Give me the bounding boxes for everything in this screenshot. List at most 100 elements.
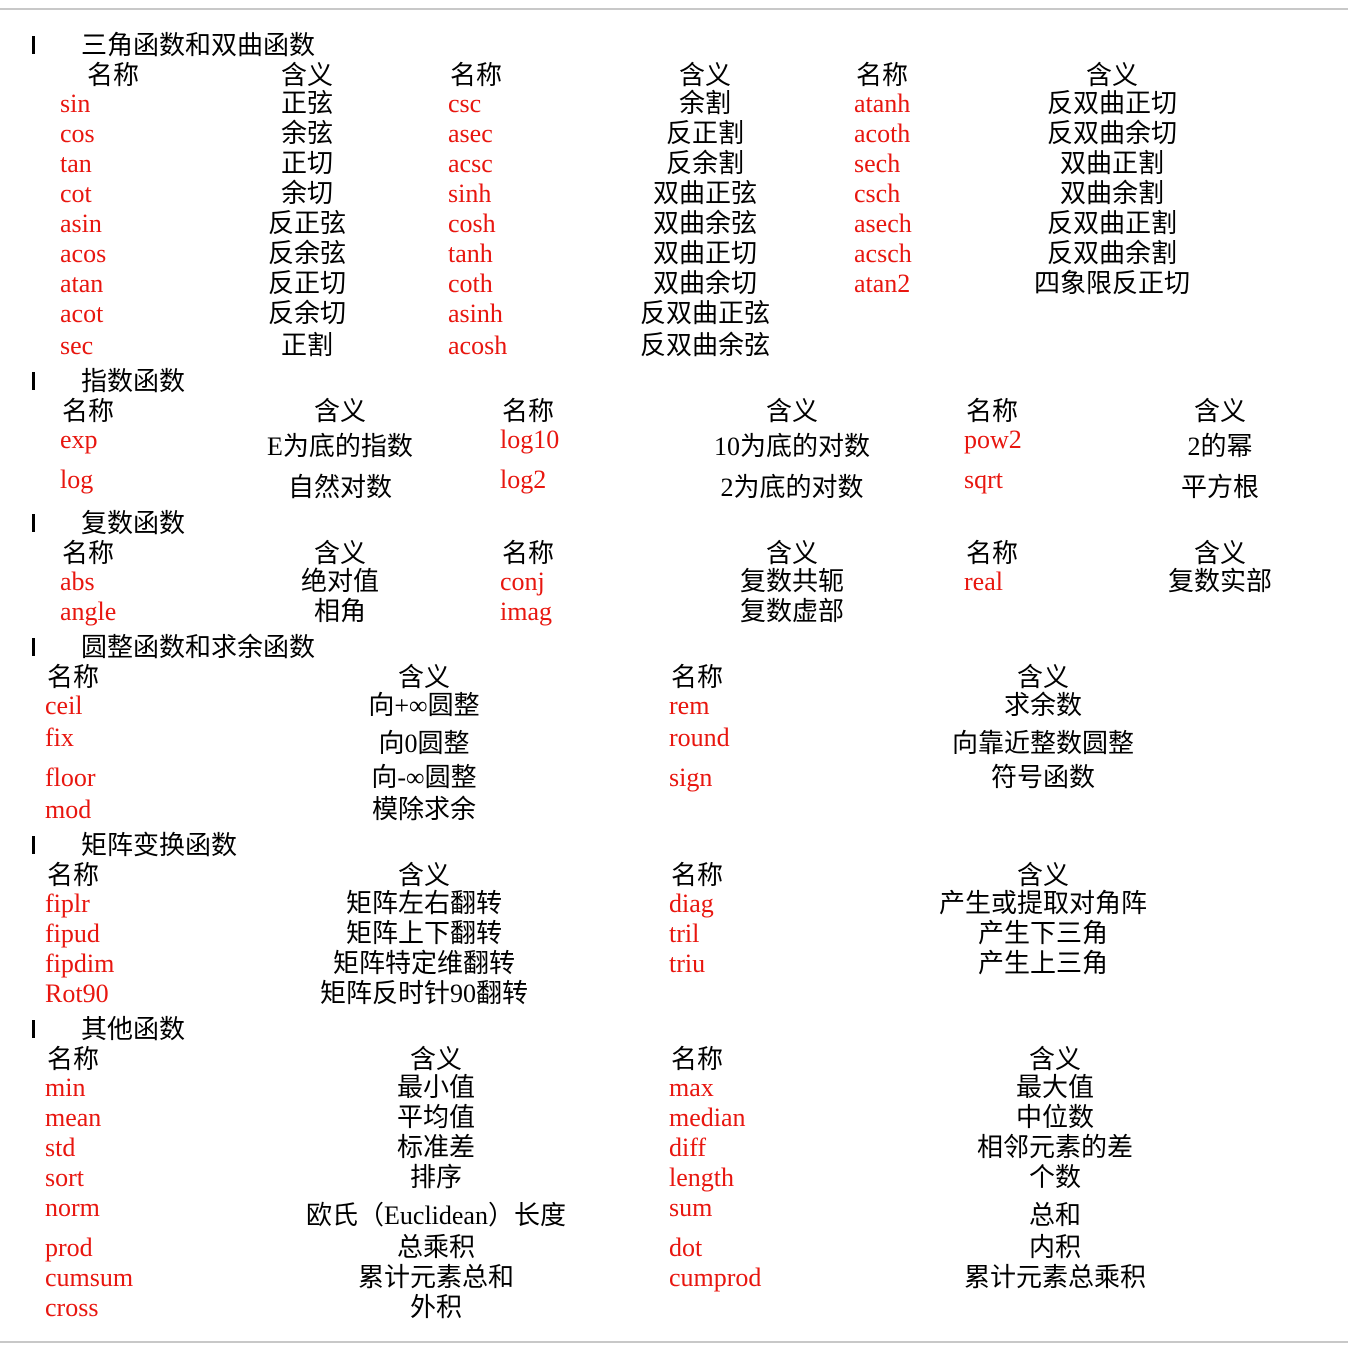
section-title: 其他函数 — [81, 1015, 186, 1044]
function-name: acoth — [854, 119, 911, 148]
function-name: asin — [60, 209, 102, 238]
function-name: acot — [60, 299, 104, 328]
function-meaning: 复数虚部 — [739, 597, 845, 626]
function-meaning: 反双曲余切 — [1046, 119, 1178, 148]
function-name: tan — [60, 149, 92, 178]
function-name: acosh — [448, 331, 508, 360]
function-name: asec — [448, 119, 493, 148]
function-meaning: 复数实部 — [1167, 567, 1273, 596]
function-meaning: 最小值 — [396, 1073, 476, 1102]
column-header-name: 名称 — [86, 61, 140, 90]
function-name: tanh — [448, 239, 493, 268]
column-header-name: 名称 — [501, 397, 555, 426]
section-title: 复数函数 — [81, 509, 186, 538]
function-meaning: 内积 — [1028, 1233, 1082, 1262]
function-meaning: 排序 — [409, 1163, 463, 1192]
function-meaning: 相邻元素的差 — [976, 1133, 1134, 1162]
function-meaning: 总乘积 — [396, 1233, 476, 1262]
function-meaning: 求余数 — [1003, 691, 1083, 720]
function-name: min — [45, 1073, 86, 1102]
column-header-name: 名称 — [670, 1045, 724, 1074]
function-name: sinh — [448, 179, 492, 208]
function-name: Rot90 — [45, 979, 109, 1008]
column-header-meaning: 含义 — [1028, 1045, 1082, 1074]
function-meaning: 反双曲正割 — [1046, 209, 1178, 238]
column-header-meaning: 含义 — [409, 1045, 463, 1074]
function-meaning: 余割 — [678, 89, 732, 118]
function-name: max — [669, 1073, 714, 1102]
function-name: sign — [669, 763, 713, 792]
function-meaning: 反余割 — [665, 149, 745, 178]
function-meaning: 反双曲正弦 — [639, 299, 771, 328]
function-name: sqrt — [964, 465, 1003, 494]
function-meaning: 绝对值 — [300, 567, 380, 596]
column-header-name: 名称 — [670, 663, 724, 692]
function-meaning: 正弦 — [280, 89, 334, 118]
section-bullet — [32, 514, 35, 532]
function-meaning: 反余弦 — [267, 239, 347, 268]
function-name: cumsum — [45, 1263, 134, 1292]
function-meaning: 矩阵左右翻转 — [345, 889, 503, 918]
function-meaning: 反正弦 — [267, 209, 347, 238]
function-name: conj — [500, 567, 545, 596]
function-name: atanh — [854, 89, 911, 118]
function-meaning: 正切 — [280, 149, 334, 178]
function-name: ceil — [45, 691, 83, 720]
function-name: exp — [60, 425, 98, 454]
function-meaning: 累计元素总乘积 — [963, 1263, 1147, 1292]
function-meaning: 余弦 — [280, 119, 334, 148]
function-meaning: 中位数 — [1015, 1103, 1095, 1132]
function-meaning: 平均值 — [396, 1103, 476, 1132]
function-name: dot — [669, 1233, 703, 1262]
function-name: mod — [45, 795, 92, 824]
function-name: sin — [60, 89, 91, 118]
function-name: acsch — [854, 239, 912, 268]
function-name: tril — [669, 919, 700, 948]
column-header-meaning: 含义 — [397, 663, 451, 692]
function-meaning: 双曲余弦 — [652, 209, 758, 238]
function-meaning: 产生或提取对角阵 — [938, 889, 1148, 918]
function-meaning: 向+∞圆整 — [368, 691, 480, 720]
function-name: sort — [45, 1163, 84, 1192]
function-meaning: 向0圆整 — [378, 729, 470, 758]
function-meaning: 相角 — [313, 597, 367, 626]
column-header-name: 名称 — [449, 61, 503, 90]
function-name: cosh — [448, 209, 496, 238]
function-name: pow2 — [964, 425, 1022, 454]
function-name: sech — [854, 149, 901, 178]
column-header-meaning: 含义 — [280, 61, 334, 90]
function-meaning: 矩阵上下翻转 — [345, 919, 503, 948]
function-meaning: 自然对数 — [287, 473, 393, 502]
function-name: asinh — [448, 299, 503, 328]
function-name: diag — [669, 889, 714, 918]
function-name: rem — [669, 691, 710, 720]
bottom-rule — [0, 1341, 1348, 1343]
function-name: acsc — [448, 149, 493, 178]
function-meaning: 欧氏（Euclidean）长度 — [306, 1201, 566, 1230]
column-header-name: 名称 — [501, 539, 555, 568]
function-meaning: 反双曲余割 — [1046, 239, 1178, 268]
function-name: atan — [60, 269, 104, 298]
function-name: cos — [60, 119, 95, 148]
function-meaning: 模除求余 — [371, 795, 477, 824]
column-header-meaning: 含义 — [678, 61, 732, 90]
function-name: csc — [448, 89, 482, 118]
function-meaning: 反正切 — [267, 269, 347, 298]
function-name: median — [669, 1103, 746, 1132]
function-meaning: 总和 — [1028, 1201, 1082, 1230]
function-name: norm — [45, 1193, 100, 1222]
column-header-name: 名称 — [61, 539, 115, 568]
column-header-name: 名称 — [46, 1045, 100, 1074]
function-meaning: 四象限反正切 — [1033, 269, 1191, 298]
function-name: cumprod — [669, 1263, 762, 1292]
function-name: cross — [45, 1293, 99, 1322]
function-meaning: 向靠近整数圆整 — [951, 729, 1135, 758]
function-meaning: 反正割 — [665, 119, 745, 148]
column-header-name: 名称 — [965, 539, 1019, 568]
column-header-name: 名称 — [46, 861, 100, 890]
function-name: triu — [669, 949, 706, 978]
function-name: std — [45, 1133, 76, 1162]
function-name: log10 — [500, 425, 560, 454]
function-name: abs — [60, 567, 95, 596]
function-name: fix — [45, 723, 74, 752]
